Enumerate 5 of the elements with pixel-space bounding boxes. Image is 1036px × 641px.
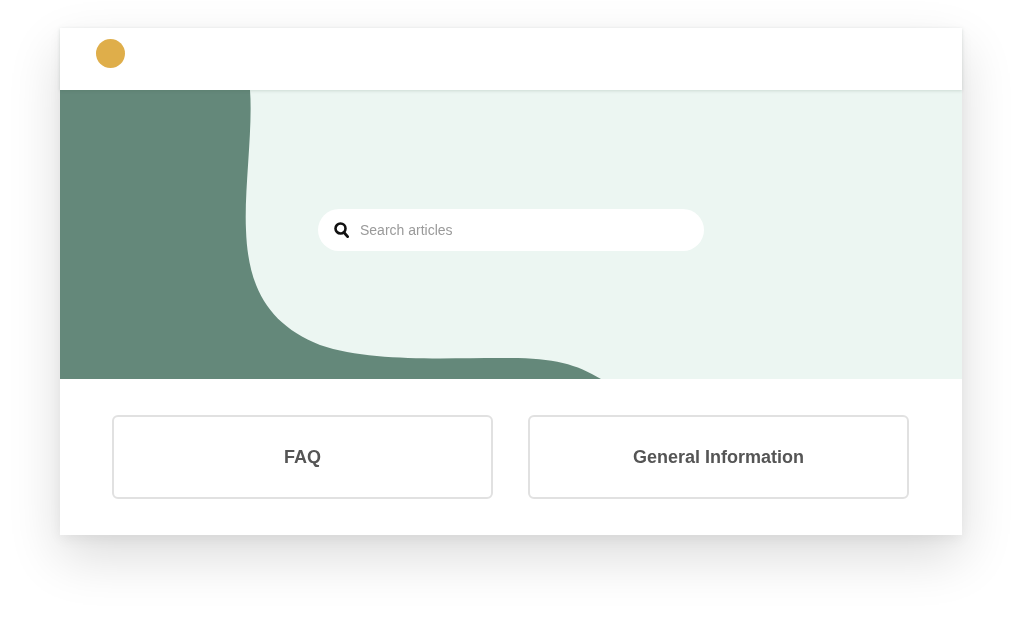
circle-logo-icon [96,39,125,68]
category-card[interactable]: General Information [528,415,909,499]
category-card[interactable]: FAQ [112,415,493,499]
search-field[interactable]: Search articles [318,209,704,251]
search-icon [334,222,349,238]
